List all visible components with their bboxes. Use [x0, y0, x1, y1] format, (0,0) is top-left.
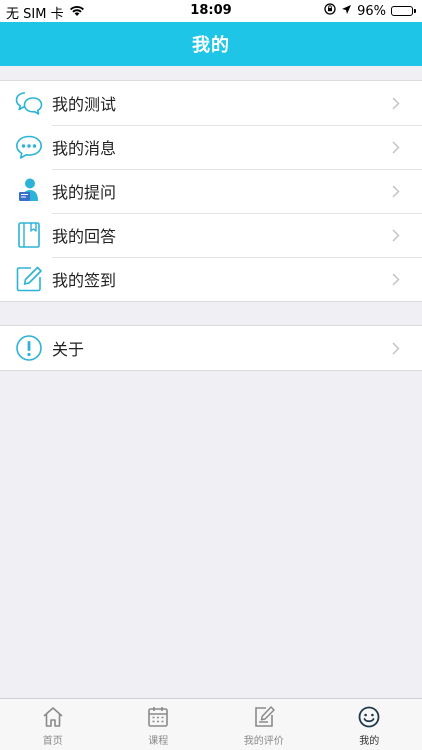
tab-my-reviews[interactable]: 我的评价	[211, 699, 317, 750]
chat-bubbles-icon	[14, 88, 44, 118]
menu-item-about[interactable]: 关于	[0, 326, 422, 370]
smiley-icon	[356, 704, 382, 730]
location-arrow-icon	[341, 4, 352, 19]
person-question-icon	[14, 176, 44, 206]
menu-item-label: 我的签到	[52, 271, 117, 290]
chevron-right-icon	[386, 338, 406, 358]
menu-group-about: 关于	[0, 325, 422, 371]
chevron-right-icon	[386, 225, 406, 245]
nav-bar: 我的	[0, 22, 422, 66]
menu-item-label: 我的测试	[52, 95, 117, 114]
tab-bar: 首页 课程 我的评价 我的	[0, 698, 422, 750]
status-bar: 无 SIM 卡 18:09 96%	[0, 0, 422, 22]
orientation-lock-icon	[324, 3, 336, 19]
page-title: 我的	[192, 35, 230, 56]
menu-item-my-answers[interactable]: 我的回答	[0, 213, 422, 257]
message-dots-icon	[14, 132, 44, 162]
tab-label: 课程	[148, 736, 169, 747]
tab-label: 我的评价	[243, 736, 284, 747]
menu-group-main: 我的测试 我的消息 我的提问 我的回答 我的签到	[0, 80, 422, 302]
notebook-icon	[14, 220, 44, 250]
tab-courses[interactable]: 课程	[106, 699, 212, 750]
tab-home[interactable]: 首页	[0, 699, 106, 750]
menu-item-my-messages[interactable]: 我的消息	[0, 125, 422, 169]
chevron-right-icon	[386, 93, 406, 113]
battery-icon	[391, 6, 416, 16]
menu-item-my-checkins[interactable]: 我的签到	[0, 257, 422, 301]
status-right: 96%	[324, 3, 416, 19]
calendar-icon	[145, 704, 171, 730]
menu-item-label: 我的提问	[52, 183, 117, 202]
tab-mine[interactable]: 我的	[317, 699, 422, 750]
menu-item-my-questions[interactable]: 我的提问	[0, 169, 422, 213]
home-icon	[40, 704, 66, 730]
chevron-right-icon	[386, 137, 406, 157]
edit-doc-icon	[251, 704, 277, 730]
menu-item-label: 关于	[52, 340, 85, 359]
tab-label: 首页	[42, 736, 63, 747]
info-exclamation-icon	[14, 333, 44, 363]
tab-label: 我的	[359, 736, 380, 747]
chevron-right-icon	[386, 181, 406, 201]
menu-item-label: 我的消息	[52, 139, 117, 158]
edit-pencil-icon	[14, 264, 44, 294]
battery-percent: 96%	[357, 3, 386, 19]
menu-item-label: 我的回答	[52, 227, 117, 246]
chevron-right-icon	[386, 269, 406, 289]
menu-item-my-tests[interactable]: 我的测试	[0, 81, 422, 125]
